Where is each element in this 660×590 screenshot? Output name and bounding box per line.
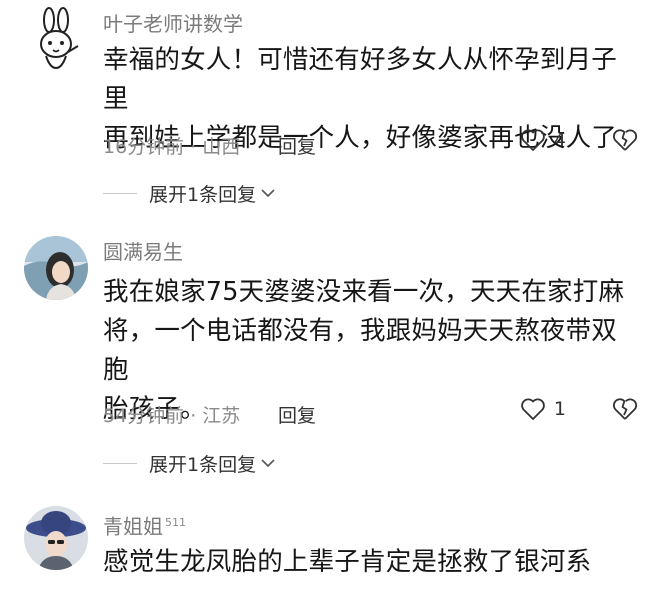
reply-button[interactable]: 回复 — [278, 132, 316, 159]
expand-replies-button[interactable]: 展开1条回复 — [103, 178, 277, 208]
rabbit-avatar-icon[interactable] — [24, 6, 88, 70]
like-count: 4 — [553, 129, 566, 151]
hat-woman-photo-avatar[interactable] — [24, 506, 88, 570]
expand-replies-label: 展开1条回复 — [149, 183, 257, 206]
like-button[interactable]: 4 — [520, 128, 566, 152]
expand-replies-label: 展开1条回复 — [149, 453, 257, 476]
username[interactable]: 叶子老师讲数学 — [103, 12, 243, 36]
timestamp-location: 16分钟前 · 山西 — [103, 136, 241, 158]
comment-line: 我在娘家75天婆婆没来看一次，天天在家打麻 — [103, 277, 625, 307]
like-heart-icon — [521, 398, 545, 420]
expand-replies-button[interactable]: 展开1条回复 — [103, 448, 277, 478]
woman-photo-avatar[interactable] — [24, 236, 88, 300]
username[interactable]: 圆满易生 — [103, 240, 183, 264]
comment-line: 将，一个电话都没有，我跟妈妈天天熬夜带双胞 — [103, 316, 618, 385]
divider — [103, 462, 137, 464]
comment-meta: 16分钟前 · 山西 回复 4 — [103, 128, 638, 158]
chevron-down-icon — [261, 189, 275, 198]
username[interactable]: 青姐姐 511 — [103, 511, 186, 539]
chevron-down-icon — [261, 459, 275, 468]
comment-meta: 54分钟前 · 江苏 回复 1 — [103, 397, 638, 427]
dislike-button[interactable] — [612, 397, 638, 426]
user-badge: 511 — [165, 516, 186, 529]
dislike-broken-heart-icon — [613, 129, 638, 151]
comment-line: 感觉生龙凤胎的上辈子肯定是拯救了银河系 — [103, 547, 592, 577]
like-count: 1 — [553, 398, 566, 420]
dislike-broken-heart-icon — [613, 398, 638, 420]
dislike-button[interactable] — [612, 128, 638, 157]
like-heart-icon — [521, 129, 545, 151]
divider — [103, 192, 137, 194]
timestamp-location: 54分钟前 · 江苏 — [103, 405, 241, 427]
comment-text: 感觉生龙凤胎的上辈子肯定是拯救了银河系 — [103, 543, 638, 582]
like-button[interactable]: 1 — [520, 397, 566, 421]
reply-button[interactable]: 回复 — [278, 401, 316, 428]
comment-line: 幸福的女人！可惜还有好多女人从怀孕到月子里 — [103, 45, 618, 114]
